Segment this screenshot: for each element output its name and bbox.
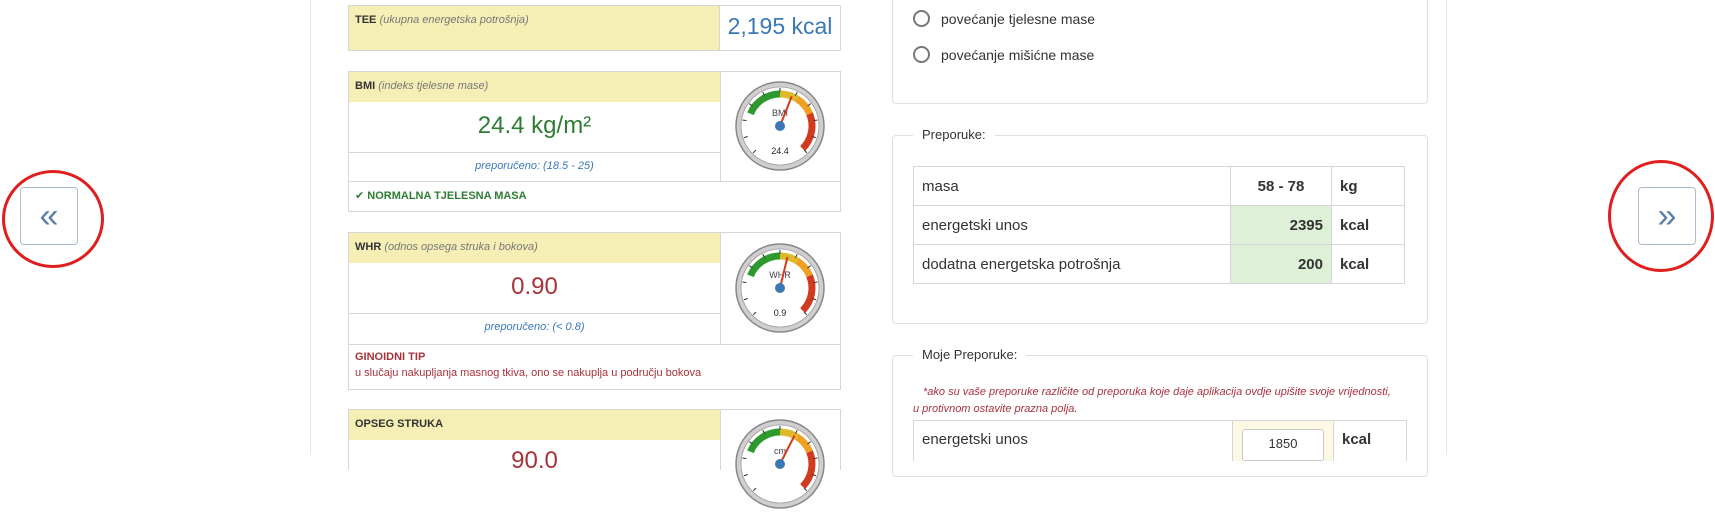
bmi-status: ✔ NORMALNA TJELESNA MASA: [355, 190, 527, 202]
gauge-tick: [813, 119, 818, 122]
bmi-gauge: BMI 24.4: [734, 80, 826, 177]
whr-type-desc: u slučaju nakupljanja masnog tkiva, ono …: [355, 367, 702, 379]
whr-label: WHR (odnos opsega struka i bokova): [355, 241, 538, 253]
gauge-reading: 24.4: [771, 146, 789, 156]
whr-header: WHR (odnos opsega struka i bokova): [349, 233, 720, 263]
waist-value: 90.0: [511, 447, 558, 474]
gauge-tick: [742, 119, 747, 122]
whr-type-title: GINOIDNI TIP: [355, 351, 426, 363]
waist-card: OPSEG STRUKA 90.0 cm: [348, 409, 841, 509]
whr-recommended: preporučeno: (< 0.8): [484, 321, 585, 333]
my-recommendations-fieldset: Moje Preporuke: *ako su vaše preporuke r…: [892, 347, 1428, 477]
waist-gauge: cm: [734, 418, 826, 515]
table-row: dodatna energetska potrošnja 200 kcal: [913, 244, 1405, 284]
highlight-circle-right: [1608, 160, 1714, 272]
recommendations-fieldset: Preporuke: masa 58 - 78 kg energetski un…: [892, 127, 1428, 324]
tee-label: TEE (ukupna energetska potrošnja): [355, 14, 529, 26]
gauge-tick: [742, 457, 747, 460]
gauge-tick: [813, 457, 818, 460]
highlight-circle-left: [2, 170, 104, 268]
goal-option-weight-gain[interactable]: povećanje tjelesne mase: [913, 10, 1095, 27]
bmi-recommended: preporučeno: (18.5 - 25): [475, 160, 594, 172]
tee-value-cell: 2,195 kcal: [719, 5, 841, 51]
goals-fieldset: povećanje tjelesne mase povećanje mišićn…: [892, 0, 1428, 104]
recommendations-title: Preporuke:: [913, 127, 995, 142]
my-recommendations-note-2: u protivnom ostavite prazna polja.: [913, 403, 1078, 415]
gauge-dial: cm: [735, 419, 825, 509]
gauge-hub: [775, 121, 785, 131]
gauge-label: WHR: [769, 270, 791, 280]
recommendations-table: masa 58 - 78 kg energetski unos 2395 kca…: [913, 166, 1405, 284]
checkmark-icon: ✔: [355, 190, 365, 202]
content-frame-right: [1446, 0, 1447, 455]
goal-option-muscle-gain[interactable]: povećanje mišićne mase: [913, 46, 1094, 63]
table-row: energetski unos 2395 kcal: [913, 205, 1405, 245]
gauge-hub: [775, 459, 785, 469]
gauge-reading: 0.9: [774, 308, 787, 318]
bmi-label: BMI (indeks tjelesne mase): [355, 80, 489, 92]
gauge-hub: [775, 283, 785, 293]
gauge-tick: [742, 281, 747, 284]
my-recommendations-title: Moje Preporuke:: [913, 347, 1027, 362]
my-energy-input[interactable]: 1850: [1242, 429, 1324, 461]
my-energy-unit: kcal: [1342, 431, 1372, 448]
radio-icon[interactable]: [913, 46, 930, 63]
tee-value: 2,195 kcal: [727, 13, 833, 39]
waist-label: OPSEG STRUKA: [355, 418, 444, 430]
gauge-dial: WHR 0.9: [735, 243, 825, 333]
whr-gauge: WHR 0.9: [734, 242, 826, 339]
radio-icon[interactable]: [913, 10, 930, 27]
whr-card: WHR (odnos opsega struka i bokova) 0.90 …: [348, 232, 841, 390]
waist-header: OPSEG STRUKA: [349, 410, 720, 440]
bmi-card: BMI (indeks tjelesne mase) 24.4 kg/m² pr…: [348, 71, 841, 212]
bmi-value: 24.4 kg/m²: [477, 112, 592, 139]
bmi-header: BMI (indeks tjelesne mase): [349, 72, 720, 102]
gauge-tick: [813, 281, 818, 284]
whr-value: 0.90: [511, 273, 558, 300]
my-recommendations-note-1: *ako su vaše preporuke različite od prep…: [923, 386, 1391, 398]
my-energy-label: energetski unos: [922, 431, 1028, 448]
table-row: masa 58 - 78 kg: [913, 166, 1405, 206]
gauge-dial: BMI24.4: [735, 81, 825, 171]
content-frame-left: [310, 0, 311, 455]
